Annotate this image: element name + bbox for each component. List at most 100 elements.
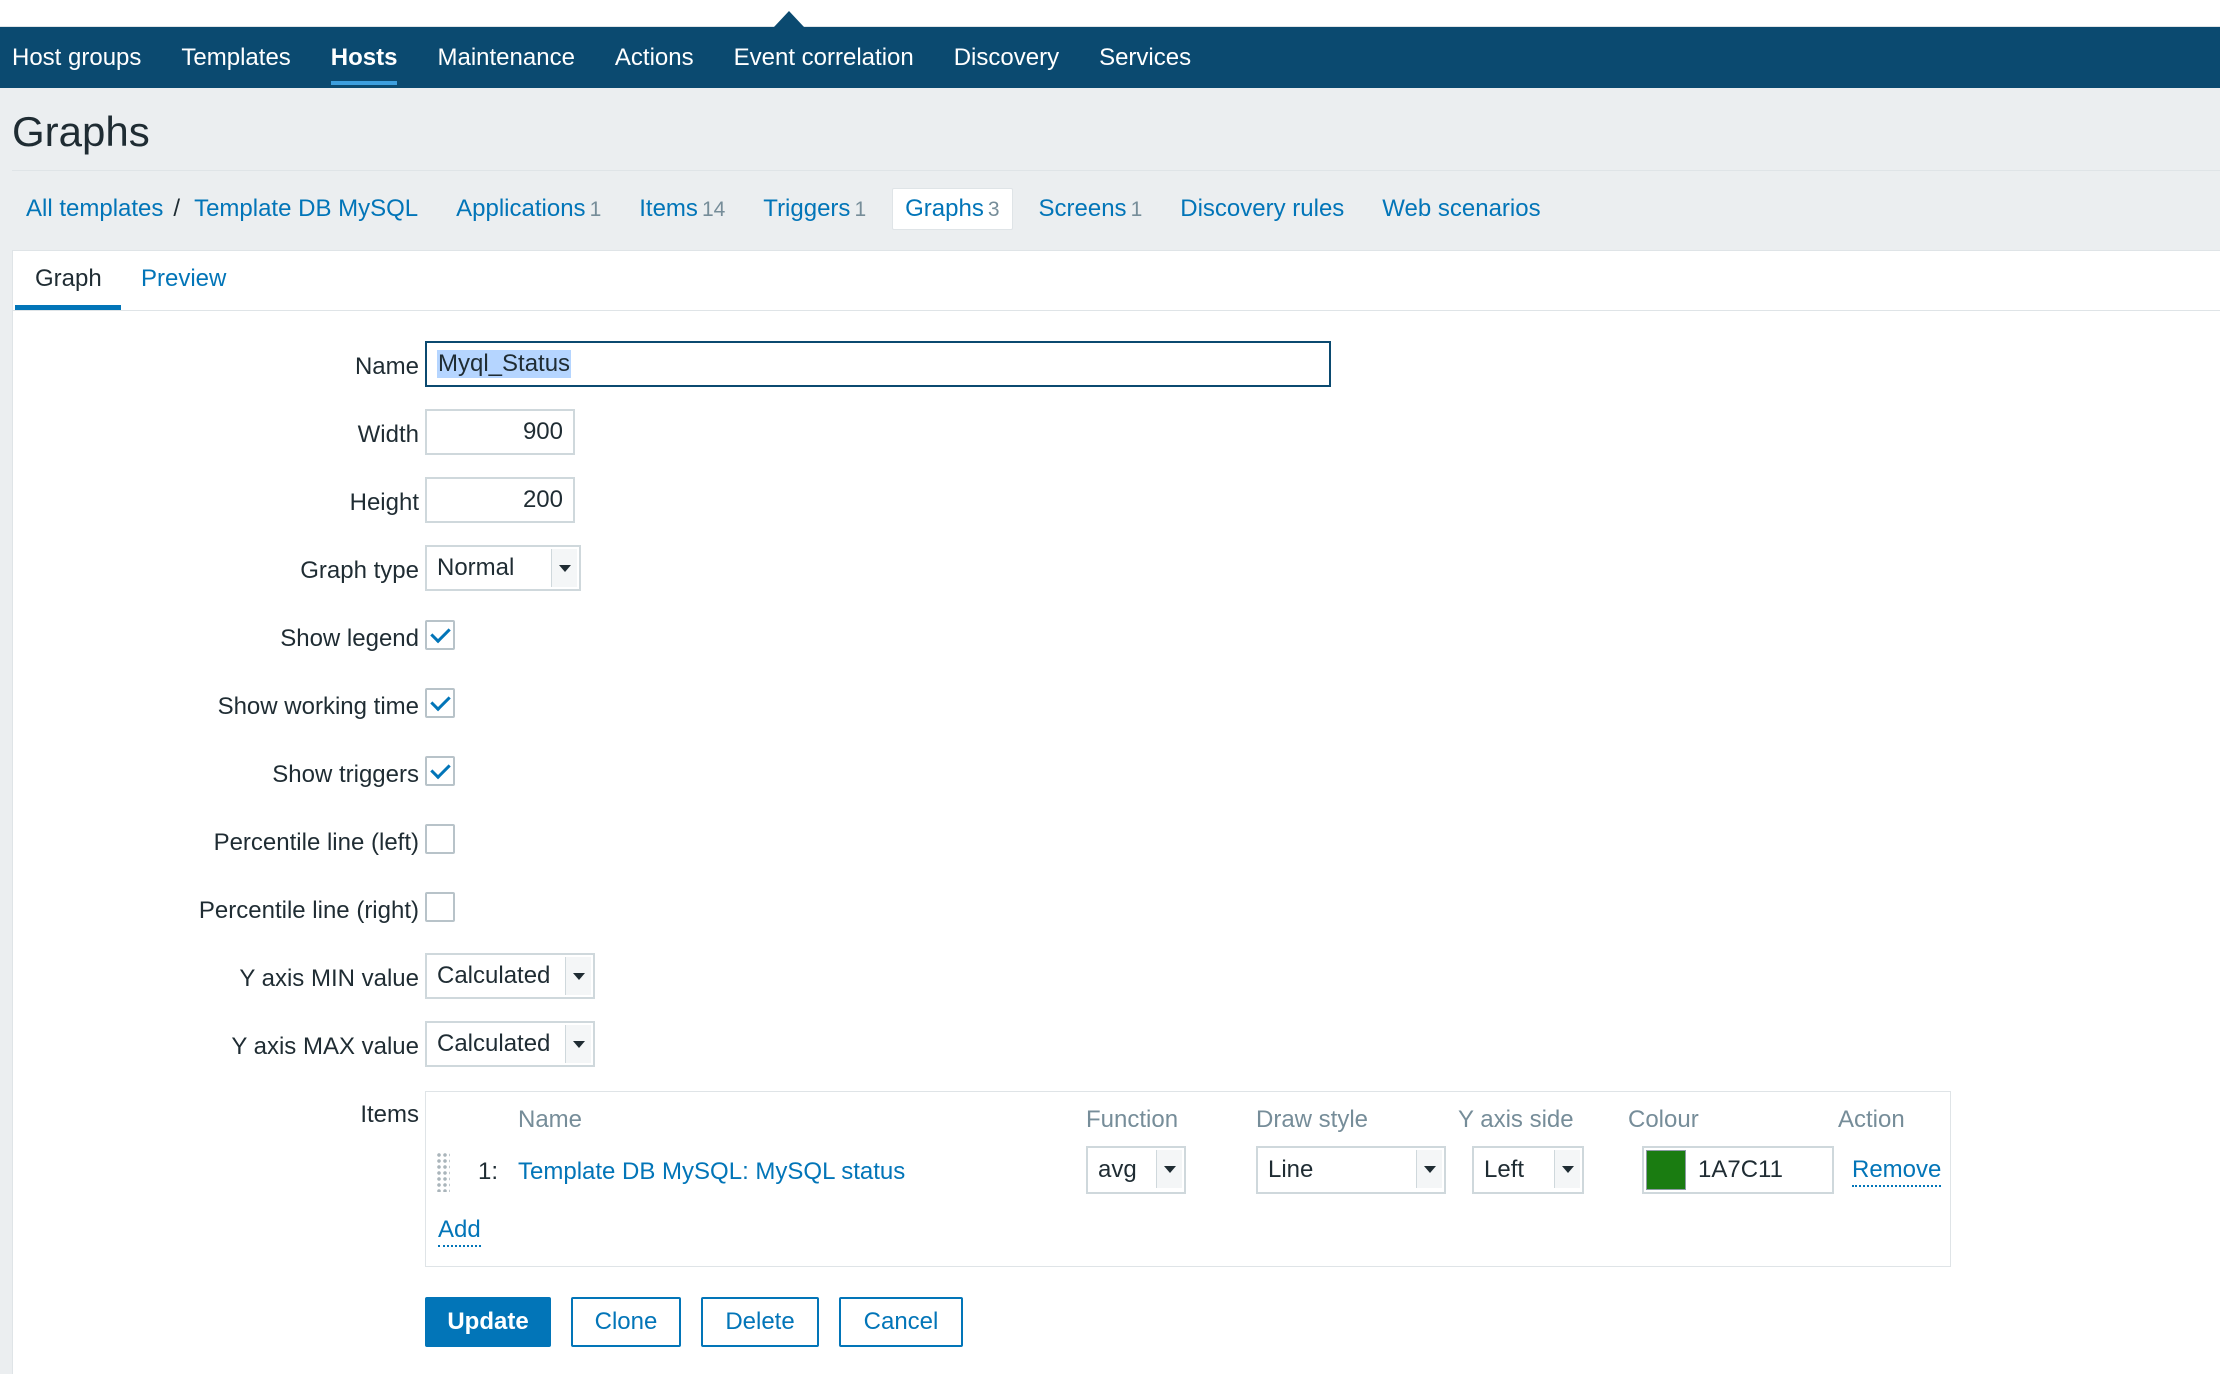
ymin-select[interactable]: Calculated (425, 953, 595, 999)
item-draw-style-select[interactable]: Line (1256, 1146, 1446, 1194)
show-triggers-checkbox[interactable] (425, 756, 455, 786)
items-header-draw-style: Draw style (1256, 1106, 1369, 1133)
show-working-time-row: Show working time (13, 681, 2220, 731)
active-tab-indicator (15, 305, 121, 310)
chevron-down-icon (1156, 1150, 1182, 1188)
name-input-value: Myql_Status (437, 350, 572, 378)
name-label: Name (354, 353, 419, 380)
items-table: Name Function Draw style Y axis side Col… (425, 1091, 1951, 1267)
percentile-left-label: Percentile line (left) (213, 829, 419, 856)
clone-button[interactable]: Clone (571, 1297, 681, 1347)
subnav-triggers-count: 1 (854, 198, 867, 221)
nav-services[interactable]: Services (1099, 27, 1191, 88)
height-input[interactable]: 200 (425, 477, 575, 523)
nav-actions[interactable]: Actions (615, 27, 694, 88)
show-legend-label: Show legend (280, 625, 419, 652)
ymax-select[interactable]: Calculated (425, 1021, 595, 1067)
add-item-link[interactable]: Add (438, 1216, 481, 1247)
graph-type-value: Normal (437, 554, 515, 581)
items-header-action: Action (1838, 1106, 1905, 1133)
subnav-triggers[interactable]: Triggers 1 (751, 189, 878, 229)
items-header-colour: Colour (1628, 1106, 1699, 1133)
title-divider (12, 170, 2220, 171)
subnav-items-count: 14 (701, 198, 726, 221)
ymin-row: Y axis MIN value Calculated (13, 953, 2220, 1003)
percentile-right-label: Percentile line (right) (198, 897, 419, 924)
subnav-applications-label: Applications (456, 195, 586, 222)
item-draw-style-value: Line (1268, 1156, 1314, 1183)
nav-templates[interactable]: Templates (181, 27, 290, 88)
subnav-items-label: Items (639, 195, 698, 222)
top-strip (0, 0, 2220, 27)
nav-maintenance[interactable]: Maintenance (437, 27, 574, 88)
show-legend-checkbox[interactable] (425, 620, 455, 650)
item-colour-value: 1A7C11 (1698, 1156, 1783, 1183)
item-row-number: 1: (478, 1158, 499, 1185)
width-input[interactable]: 900 (425, 409, 575, 455)
graph-type-select[interactable]: Normal (425, 545, 581, 591)
show-legend-row: Show legend (13, 613, 2220, 663)
show-triggers-row: Show triggers (13, 749, 2220, 799)
breadcrumb-separator: / (173, 195, 181, 222)
breadcrumb-all-templates[interactable]: All templates (12, 189, 175, 229)
subnav-graphs[interactable]: Graphs 3 (892, 188, 1013, 230)
update-button[interactable]: Update (425, 1297, 551, 1347)
name-input[interactable]: Myql_Status (425, 341, 1331, 387)
subnav-items[interactable]: Items 14 (627, 189, 737, 229)
subnav-screens[interactable]: Screens 1 (1027, 189, 1155, 229)
items-header-y-axis-side: Y axis side (1458, 1106, 1574, 1133)
show-working-time-checkbox[interactable] (425, 688, 455, 718)
ymax-value: Calculated (437, 1030, 551, 1057)
breadcrumb-template[interactable]: Template DB MySQL (194, 189, 430, 229)
nav-discovery[interactable]: Discovery (954, 27, 1059, 88)
chevron-down-icon (551, 549, 577, 587)
item-y-axis-side-select[interactable]: Left (1472, 1146, 1584, 1194)
percentile-right-row: Percentile line (right) (13, 885, 2220, 935)
item-function-value: avg (1098, 1156, 1137, 1183)
nav-event-correlation[interactable]: Event correlation (734, 27, 914, 88)
item-remove-link[interactable]: Remove (1852, 1156, 1942, 1187)
tab-preview[interactable]: Preview (141, 265, 226, 293)
colour-swatch[interactable] (1646, 1150, 1686, 1190)
graph-type-label: Graph type (300, 557, 419, 584)
chevron-down-icon (1416, 1150, 1442, 1188)
subnav-applications-count: 1 (589, 198, 602, 221)
subnav-web-scenarios[interactable]: Web scenarios (1370, 189, 1552, 229)
subnav-discovery-rules[interactable]: Discovery rules (1168, 189, 1356, 229)
height-row: Height 200 (13, 477, 2220, 527)
cancel-button[interactable]: Cancel (839, 1297, 963, 1347)
menu-caret-icon (774, 11, 804, 27)
tab-graph[interactable]: Graph (35, 265, 102, 293)
drag-handle-icon[interactable] (436, 1152, 450, 1192)
tab-bar: Graph Preview (13, 251, 2220, 311)
items-header-function: Function (1086, 1106, 1179, 1133)
page-title: Graphs (12, 108, 150, 155)
chevron-down-icon (565, 957, 591, 995)
nav-host-groups[interactable]: Host groups (12, 27, 141, 88)
name-row: Name Myql_Status (13, 341, 2220, 391)
percentile-right-checkbox[interactable] (425, 892, 455, 922)
percentile-left-checkbox[interactable] (425, 824, 455, 854)
subnav-applications[interactable]: Applications 1 (444, 189, 613, 229)
item-function-select[interactable]: avg (1086, 1146, 1186, 1194)
delete-button[interactable]: Delete (701, 1297, 819, 1347)
nav-hosts[interactable]: Hosts (330, 27, 397, 88)
graph-type-row: Graph type Normal (13, 545, 2220, 595)
item-name-link[interactable]: Template DB MySQL: MySQL status (518, 1158, 905, 1186)
subnav-triggers-label: Triggers (763, 195, 851, 222)
show-working-time-label: Show working time (217, 693, 419, 720)
width-label: Width (357, 421, 419, 448)
percentile-left-row: Percentile line (left) (13, 817, 2220, 867)
chevron-down-icon (565, 1025, 591, 1063)
show-triggers-label: Show triggers (272, 761, 419, 788)
main-navigation: Host groups Templates Hosts Maintenance … (0, 27, 2220, 88)
chevron-down-icon (1554, 1150, 1580, 1188)
ymax-label: Y axis MAX value (231, 1033, 419, 1060)
ymin-value: Calculated (437, 962, 551, 989)
breadcrumb: All templates / Template DB MySQL Applic… (12, 186, 1567, 232)
subnav-screens-label: Screens (1038, 195, 1127, 222)
width-row: Width 900 (13, 409, 2220, 459)
subnav-graphs-count: 3 (987, 198, 1000, 221)
graph-form-panel: Graph Preview Name Myql_Status Width 900… (12, 250, 2220, 1374)
item-colour-picker[interactable]: 1A7C11 (1642, 1146, 1834, 1194)
